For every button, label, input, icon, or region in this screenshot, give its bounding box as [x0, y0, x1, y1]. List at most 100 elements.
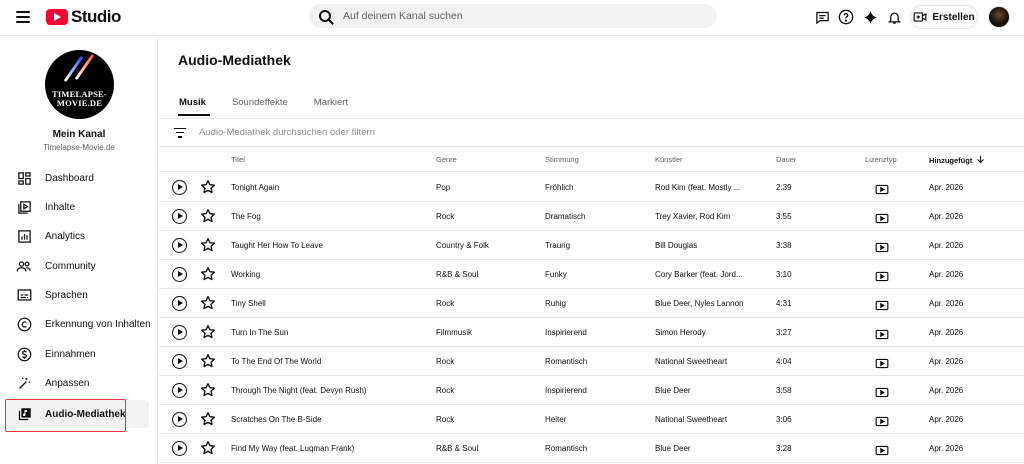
track-mood: Dramatisch: [545, 212, 586, 221]
table-row[interactable]: Turn In The Sun Filmmusik Inspirierend Simo…: [159, 318, 1024, 347]
star-icon[interactable]: [200, 324, 216, 340]
license-youtube-icon[interactable]: [875, 356, 889, 369]
sidebar-item-label: Dashboard: [45, 172, 94, 184]
sidebar-item-community[interactable]: Community: [6, 252, 149, 280]
star-icon[interactable]: [200, 411, 216, 427]
sidebar-item-sprachen[interactable]: Sprachen: [6, 281, 149, 309]
search-bar[interactable]: [309, 4, 717, 28]
license-youtube-icon[interactable]: [875, 443, 889, 456]
track-genre: Rock: [436, 415, 455, 424]
help-icon[interactable]: [838, 9, 854, 25]
column-added[interactable]: Hinzugefügt: [929, 155, 985, 165]
star-icon[interactable]: [200, 208, 216, 224]
track-artist: Cory Barker (feat. Jord...: [655, 270, 743, 279]
table-row[interactable]: Working R&B & Soul Funky Cory Barker (feat.…: [159, 260, 1024, 289]
column-title[interactable]: Titel: [231, 155, 245, 164]
sidebar-item-inhalte[interactable]: Inhalte: [6, 193, 149, 221]
menu-icon[interactable]: [16, 10, 30, 24]
track-genre: Rock: [436, 386, 455, 395]
play-icon[interactable]: [172, 209, 187, 224]
license-youtube-icon[interactable]: [875, 240, 889, 253]
sidebar-item-anpassen[interactable]: Anpassen: [6, 369, 149, 397]
track-artist: Blue Deer: [655, 444, 691, 453]
track-artist: Simon Herody: [655, 328, 706, 337]
column-added-label: Hinzugefügt: [929, 156, 973, 165]
star-icon[interactable]: [200, 382, 216, 398]
play-icon[interactable]: [172, 412, 187, 427]
sidebar-item-dashboard[interactable]: Dashboard: [6, 164, 149, 192]
track-added: Apr. 2026: [929, 299, 964, 308]
sidebar-item-analytics[interactable]: Analytics: [6, 222, 149, 250]
bell-icon[interactable]: [886, 9, 902, 25]
play-icon[interactable]: [172, 354, 187, 369]
table-row[interactable]: Scratches On The B-Side Rock Heiter Nationa…: [159, 405, 1024, 434]
play-icon[interactable]: [172, 383, 187, 398]
audio-library-icon: [14, 404, 34, 424]
table-row[interactable]: To The End Of The World Rock Romantisch Nat…: [159, 347, 1024, 376]
column-artist[interactable]: Künstler: [655, 155, 683, 164]
table-row[interactable]: Taught Her How To Leave Country & Folk Tra…: [159, 231, 1024, 260]
license-youtube-icon[interactable]: [875, 414, 889, 427]
track-duration: 3:28: [776, 444, 792, 453]
logo-text: Studio: [71, 7, 121, 26]
tab-markiert[interactable]: Markiert: [313, 95, 349, 116]
play-icon[interactable]: [172, 325, 187, 340]
track-artist: National Sweetheart: [655, 415, 728, 424]
avatar-logo: TIMELAPSE- MOVIE.DE: [45, 90, 114, 108]
table-row[interactable]: The Fog Rock Dramatisch Trey Xavier, Rod Ki…: [159, 202, 1024, 231]
table-row[interactable]: Tiny Shell Rock Ruhig Blue Deer, Nyles Lann…: [159, 289, 1024, 318]
star-icon[interactable]: [200, 179, 216, 195]
track-artist: Rod Kim (feat. Mostly ...: [655, 183, 741, 192]
sidebar-item-audio-mediathek[interactable]: Audio-Mediathek: [6, 400, 149, 428]
table-row[interactable]: Tonight Again Pop Fröhlich Rod Kim (feat. M…: [159, 173, 1024, 202]
column-duration[interactable]: Dauer: [776, 155, 796, 164]
license-youtube-icon[interactable]: [875, 269, 889, 282]
sparkle-icon[interactable]: [862, 9, 878, 25]
play-icon[interactable]: [172, 238, 187, 253]
play-icon[interactable]: [172, 267, 187, 282]
filter-input[interactable]: [199, 127, 699, 138]
sidebar-item-einnahmen[interactable]: Einnahmen: [6, 340, 149, 368]
license-youtube-icon[interactable]: [875, 182, 889, 195]
column-genre[interactable]: Genre: [436, 155, 457, 164]
table-row[interactable]: Find My Way (feat. Luqman Frank) R&B & So…: [159, 434, 1024, 463]
track-mood: Traurig: [545, 241, 571, 250]
track-duration: 3:58: [776, 386, 792, 395]
track-genre: Rock: [436, 299, 455, 308]
track-mood: Heiter: [545, 415, 567, 424]
feedback-icon[interactable]: [814, 9, 830, 25]
filter-icon[interactable]: [174, 127, 186, 138]
tab-soundeffekte[interactable]: Soundeffekte: [231, 95, 289, 116]
column-license[interactable]: Lizenztyp: [865, 155, 897, 164]
play-icon[interactable]: [172, 180, 187, 195]
play-icon[interactable]: [172, 441, 187, 456]
studio-logo[interactable]: Studio: [46, 7, 121, 26]
license-youtube-icon[interactable]: [875, 298, 889, 311]
channel-avatar[interactable]: TIMELAPSE- MOVIE.DE: [45, 50, 114, 119]
license-youtube-icon[interactable]: [875, 211, 889, 224]
search-icon[interactable]: [319, 10, 331, 22]
sidebar-item-label: Community: [45, 260, 96, 272]
star-icon[interactable]: [200, 440, 216, 456]
license-youtube-icon[interactable]: [875, 327, 889, 340]
star-icon[interactable]: [200, 237, 216, 253]
star-icon[interactable]: [200, 353, 216, 369]
track-duration: 3:27: [776, 328, 792, 337]
sidebar-item-erkennung[interactable]: Erkennung von Inhalten: [6, 310, 151, 338]
track-mood: Romantisch: [545, 357, 588, 366]
sidebar-item-label: Anpassen: [45, 377, 90, 389]
star-icon[interactable]: [200, 266, 216, 282]
play-icon[interactable]: [172, 296, 187, 311]
account-avatar[interactable]: [988, 6, 1010, 28]
track-added: Apr. 2026: [929, 212, 964, 221]
track-genre: Rock: [436, 212, 455, 221]
tab-musik[interactable]: Musik: [178, 95, 210, 116]
star-icon[interactable]: [200, 295, 216, 311]
search-input[interactable]: [343, 10, 693, 22]
sidebar-item-label: Analytics: [45, 230, 86, 242]
column-mood[interactable]: Stimmung: [545, 155, 579, 164]
license-youtube-icon[interactable]: [875, 385, 889, 398]
create-button[interactable]: Erstellen: [910, 5, 978, 29]
dashboard-icon: [14, 168, 34, 188]
table-row[interactable]: Through The Night (feat. Devyn Rush) Rock…: [159, 376, 1024, 405]
